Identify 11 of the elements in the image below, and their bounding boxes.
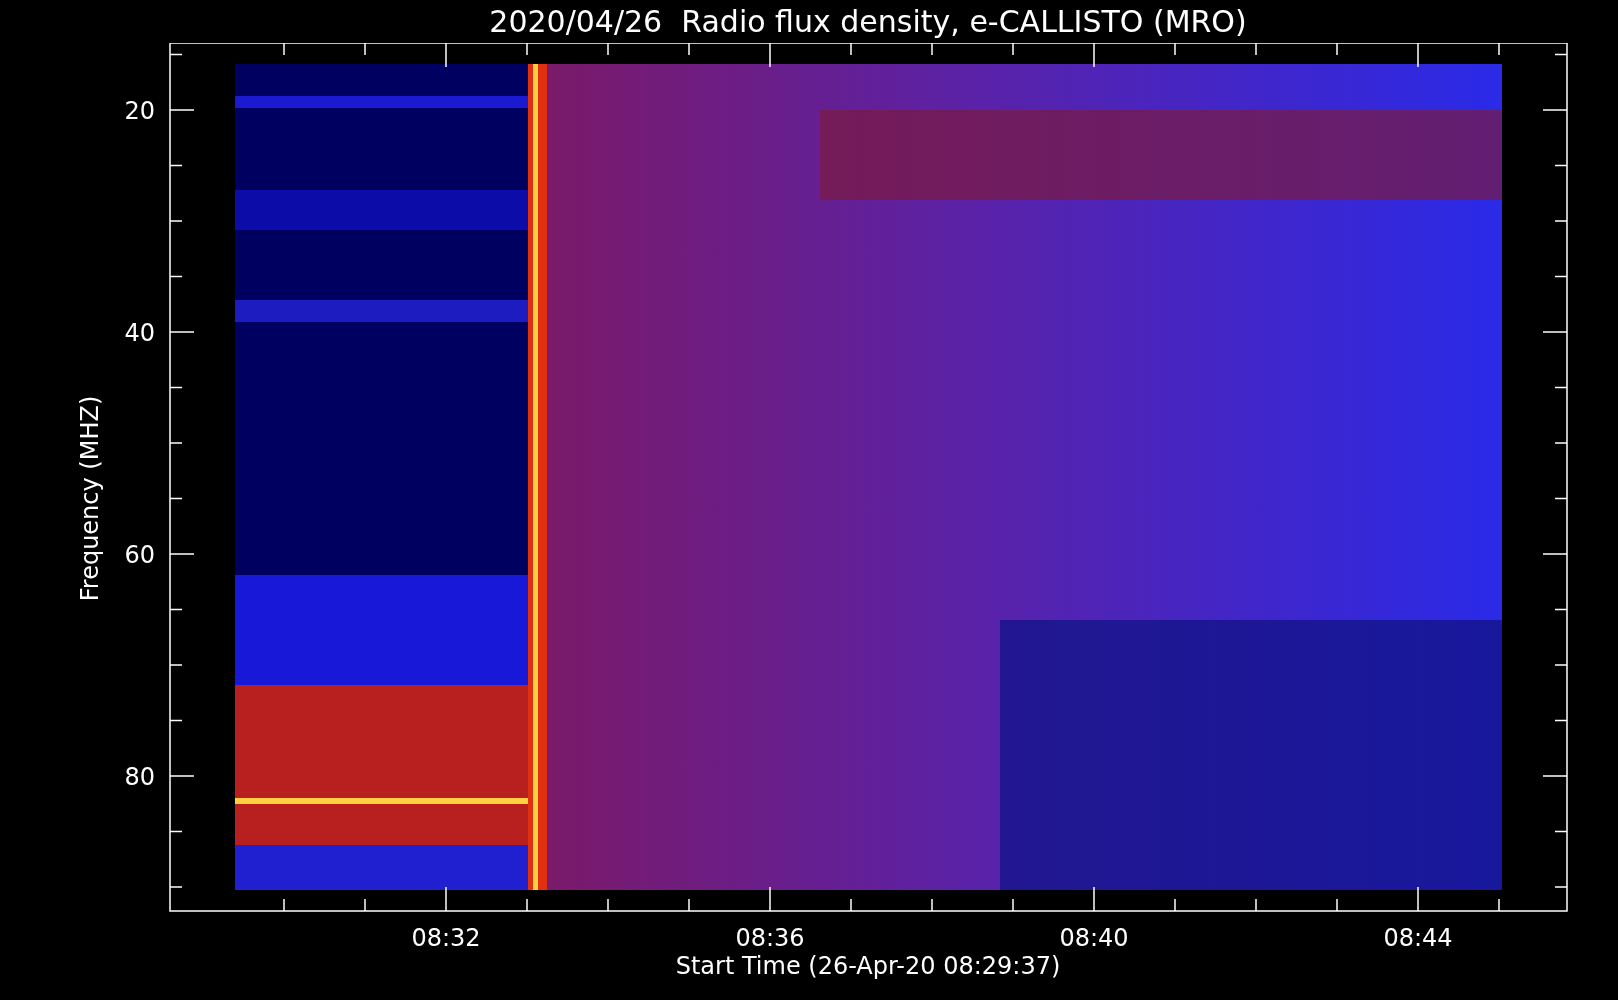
chart-title: 2020/04/26 Radio flux density, e-CALLISTO (MRO) — [489, 3, 1247, 41]
tick-label: 60 — [124, 541, 155, 569]
tick-label: 20 — [124, 97, 155, 125]
tick-label: 08:40 — [1059, 924, 1129, 950]
tick-label: 80 — [124, 763, 155, 791]
tick-label: 40 — [124, 319, 155, 347]
tick-label: 08:36 — [735, 924, 805, 950]
axis-title: Start Time (26-Apr-20 08:29:37) — [675, 951, 1061, 982]
axis-title: Frequency (MHZ) — [76, 395, 104, 602]
tick-label: 08:44 — [1383, 924, 1453, 950]
tick-label: 08:32 — [411, 924, 481, 950]
